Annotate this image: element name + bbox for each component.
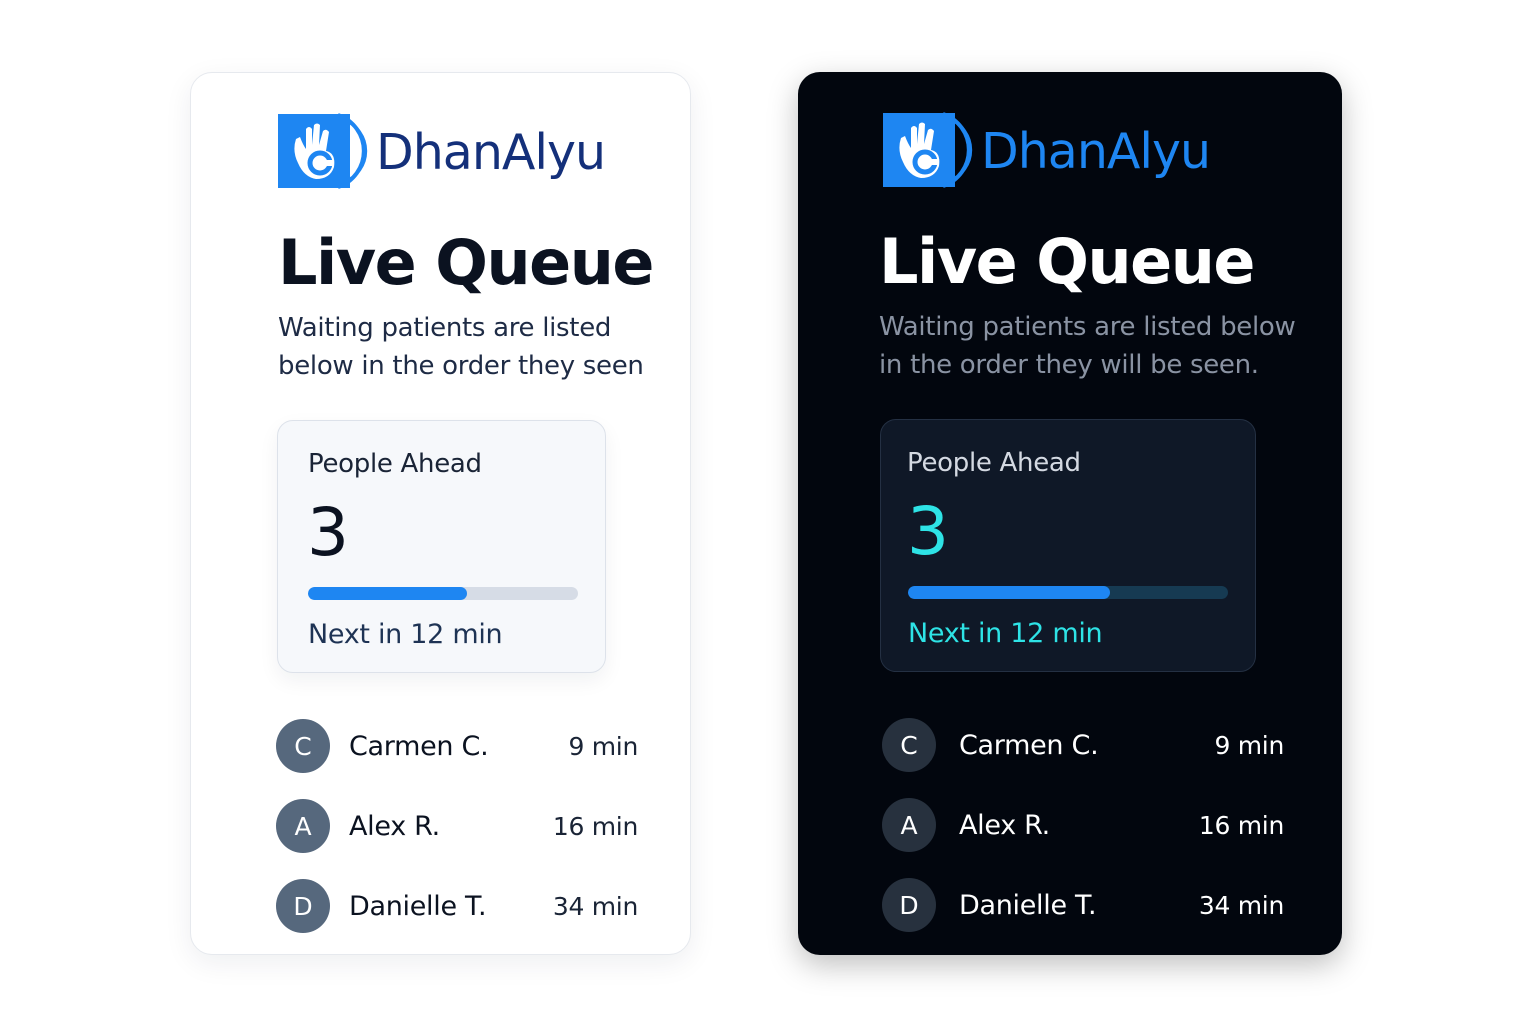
page-subtitle: Waiting patients are listed below in the… [278, 309, 658, 385]
brand-name: DhanAlyu [981, 122, 1211, 180]
queue-row[interactable]: A Alex R. 16 min [882, 785, 1284, 865]
avatar: A [882, 798, 936, 852]
avatar: D [882, 878, 936, 932]
wait-progress-bar [308, 587, 578, 600]
people-ahead-label: People Ahead [308, 449, 482, 479]
subtitle-line-2: in the order they will be seen. [879, 350, 1259, 380]
patient-name: Danielle T. [349, 890, 487, 922]
page-title: Live Queue [879, 225, 1255, 298]
subtitle-line-2: below in the order they seen [278, 351, 644, 381]
queue-row[interactable]: D Danielle T. 34 min [882, 865, 1284, 945]
hand-ok-logo-icon [278, 111, 370, 191]
stage: DhanAlyu Live Queue Waiting patients are… [0, 0, 1536, 1024]
wait-time: 9 min [1214, 730, 1285, 760]
hand-ok-logo-icon [883, 110, 975, 190]
brand-name: DhanAlyu [376, 123, 606, 181]
people-ahead-label: People Ahead [907, 448, 1081, 478]
patient-name: Alex R. [349, 810, 440, 842]
page-title: Live Queue [278, 226, 654, 299]
wait-time: 34 min [552, 891, 638, 921]
avatar: A [276, 799, 330, 853]
queue-list: C Carmen C. 9 min A Alex R. 16 min D Dan… [276, 706, 638, 946]
wait-time: 16 min [552, 811, 638, 841]
wait-time: 34 min [1198, 890, 1284, 920]
people-ahead-count: 3 [307, 494, 349, 571]
next-in-text: Next in 12 min [308, 619, 503, 650]
patient-name: Danielle T. [959, 889, 1097, 921]
queue-card-dark: DhanAlyu Live Queue Waiting patients are… [798, 72, 1342, 955]
queue-list: C Carmen C. 9 min A Alex R. 16 min D Dan… [882, 705, 1284, 945]
queue-row[interactable]: D Danielle T. 34 min [276, 866, 638, 946]
avatar: D [276, 879, 330, 933]
wait-progress-bar [908, 586, 1228, 599]
wait-progress-fill [308, 587, 468, 600]
wait-time: 9 min [568, 731, 639, 761]
people-ahead-count: 3 [907, 493, 949, 570]
queue-row[interactable]: A Alex R. 16 min [276, 786, 638, 866]
wait-time: 16 min [1198, 810, 1284, 840]
brand-header: DhanAlyu [278, 111, 606, 191]
queue-card-light: DhanAlyu Live Queue Waiting patients are… [190, 72, 691, 955]
subtitle-line-1: Waiting patients are listed below [879, 312, 1296, 342]
people-ahead-card: People Ahead 3 Next in 12 min [880, 419, 1256, 672]
people-ahead-card: People Ahead 3 Next in 12 min [277, 420, 606, 673]
wait-progress-fill [908, 586, 1110, 599]
patient-name: Alex R. [959, 809, 1050, 841]
next-in-text: Next in 12 min [908, 618, 1103, 649]
queue-row[interactable]: C Carmen C. 9 min [276, 706, 638, 786]
subtitle-line-1: Waiting patients are listed [278, 313, 612, 343]
brand-header: DhanAlyu [883, 110, 1211, 190]
avatar: C [276, 719, 330, 773]
patient-name: Carmen C. [959, 729, 1099, 761]
page-subtitle: Waiting patients are listed below in the… [879, 308, 1299, 384]
avatar: C [882, 718, 936, 772]
patient-name: Carmen C. [349, 730, 489, 762]
queue-row[interactable]: C Carmen C. 9 min [882, 705, 1284, 785]
